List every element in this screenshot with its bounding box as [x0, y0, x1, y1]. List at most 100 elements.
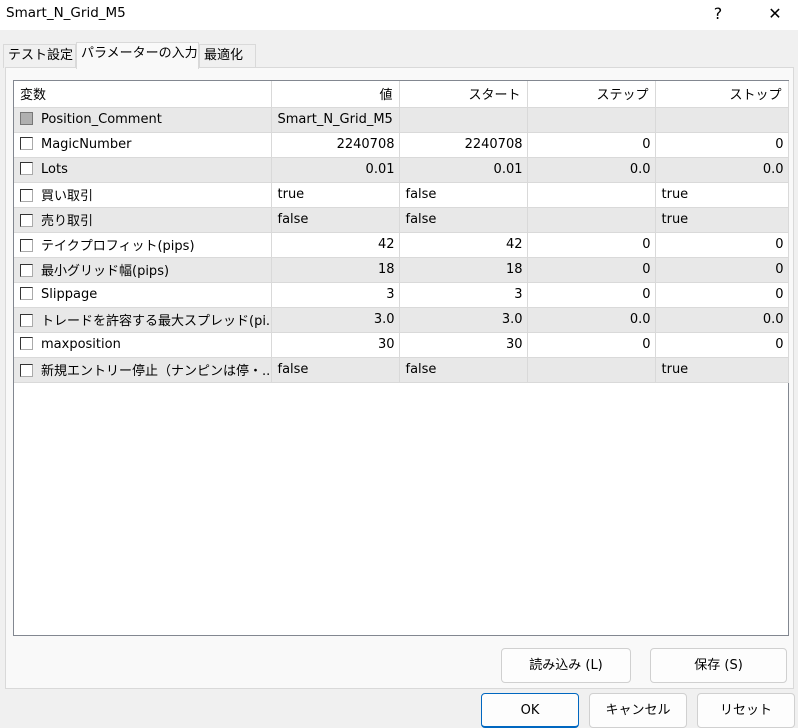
step-cell[interactable]: [527, 182, 656, 208]
table-row[interactable]: MagicNumber 2240708 2240708 0 0: [14, 132, 789, 158]
stop-cell[interactable]: true: [655, 357, 789, 383]
stop-cell[interactable]: 0: [655, 332, 789, 358]
value-cell[interactable]: 18: [271, 257, 400, 283]
variable-name: 新規エントリー停止（ナンピンは停・..: [41, 364, 271, 379]
stop-cell[interactable]: [655, 107, 789, 133]
value-cell[interactable]: false: [271, 207, 400, 233]
variable-name: 売り取引: [41, 214, 94, 229]
table-row[interactable]: Position_Comment Smart_N_Grid_M5: [14, 107, 789, 133]
start-cell[interactable]: false: [399, 207, 528, 233]
table-row[interactable]: Lots 0.01 0.01 0.0 0.0: [14, 157, 789, 183]
optimize-checkbox[interactable]: [20, 189, 33, 202]
variable-name: 最小グリッド幅(pips): [41, 264, 170, 279]
table-row[interactable]: 売り取引 false false true: [14, 207, 789, 233]
optimize-checkbox[interactable]: [20, 364, 33, 377]
stop-cell[interactable]: 0.0: [655, 157, 789, 183]
step-cell[interactable]: 0.0: [527, 307, 656, 333]
optimize-checkbox[interactable]: [20, 287, 33, 300]
step-cell[interactable]: 0.0: [527, 157, 656, 183]
cancel-button[interactable]: キャンセル: [589, 693, 687, 728]
table-row[interactable]: テイクプロフィット(pips) 42 42 0 0: [14, 232, 789, 258]
table-row[interactable]: maxposition 30 30 0 0: [14, 332, 789, 358]
save-button[interactable]: 保存 (S): [650, 648, 787, 683]
reset-button[interactable]: リセット: [697, 693, 795, 728]
value-cell[interactable]: true: [271, 182, 400, 208]
header-stop[interactable]: ストップ: [655, 81, 789, 108]
header-variable[interactable]: 変数: [14, 81, 272, 108]
optimize-checkbox[interactable]: [20, 239, 33, 252]
step-cell[interactable]: [527, 357, 656, 383]
step-cell[interactable]: 0: [527, 257, 656, 283]
table-row[interactable]: 買い取引 true false true: [14, 182, 789, 208]
value-cell[interactable]: 42: [271, 232, 400, 258]
start-cell[interactable]: [399, 107, 528, 133]
optimize-checkbox[interactable]: [20, 137, 33, 150]
stop-cell[interactable]: true: [655, 182, 789, 208]
stop-cell[interactable]: 0: [655, 232, 789, 258]
optimize-checkbox[interactable]: [20, 162, 33, 175]
variable-cell[interactable]: maxposition: [14, 332, 272, 358]
variable-name: Slippage: [41, 287, 98, 302]
value-cell[interactable]: 3: [271, 282, 400, 308]
stop-cell[interactable]: 0: [655, 257, 789, 283]
variable-cell[interactable]: 新規エントリー停止（ナンピンは停・..: [14, 357, 272, 383]
stop-cell[interactable]: 0.0: [655, 307, 789, 333]
step-cell[interactable]: 0: [527, 232, 656, 258]
variable-cell[interactable]: 売り取引: [14, 207, 272, 233]
step-cell[interactable]: 0: [527, 132, 656, 158]
optimize-checkbox[interactable]: [20, 264, 33, 277]
table-row[interactable]: Slippage 3 3 0 0: [14, 282, 789, 308]
tab-test-settings[interactable]: テスト設定: [3, 44, 76, 68]
start-cell[interactable]: 3: [399, 282, 528, 308]
window-title: Smart_N_Grid_M5: [6, 5, 126, 21]
start-cell[interactable]: 18: [399, 257, 528, 283]
header-step[interactable]: ステップ: [527, 81, 656, 108]
help-button[interactable]: ?: [698, 2, 738, 26]
tab-optimization[interactable]: 最適化: [199, 44, 256, 68]
load-button[interactable]: 読み込み (L): [501, 648, 631, 683]
variable-cell[interactable]: Lots: [14, 157, 272, 183]
header-row: 変数 値 スタート ステップ ストップ: [14, 81, 789, 108]
start-cell[interactable]: 30: [399, 332, 528, 358]
table-row[interactable]: トレードを許容する最大スプレッド(pi... 3.0 3.0 0.0 0.0: [14, 307, 789, 333]
start-cell[interactable]: 42: [399, 232, 528, 258]
value-cell[interactable]: false: [271, 357, 400, 383]
table-row[interactable]: 最小グリッド幅(pips) 18 18 0 0: [14, 257, 789, 283]
ok-button[interactable]: OK: [481, 693, 579, 728]
value-cell[interactable]: 3.0: [271, 307, 400, 333]
variable-cell[interactable]: テイクプロフィット(pips): [14, 232, 272, 258]
step-cell[interactable]: 0: [527, 332, 656, 358]
start-cell[interactable]: false: [399, 182, 528, 208]
variable-cell[interactable]: Position_Comment: [14, 107, 272, 133]
value-cell[interactable]: Smart_N_Grid_M5: [271, 107, 400, 133]
optimize-checkbox[interactable]: [20, 337, 33, 350]
stop-cell[interactable]: 0: [655, 132, 789, 158]
table-row[interactable]: 新規エントリー停止（ナンピンは停・.. false false true: [14, 357, 789, 383]
value-cell[interactable]: 30: [271, 332, 400, 358]
variable-cell[interactable]: 買い取引: [14, 182, 272, 208]
header-start[interactable]: スタート: [399, 81, 528, 108]
optimize-checkbox[interactable]: [20, 214, 33, 227]
start-cell[interactable]: 0.01: [399, 157, 528, 183]
variable-cell[interactable]: トレードを許容する最大スプレッド(pi...: [14, 307, 272, 333]
step-cell[interactable]: 0: [527, 282, 656, 308]
close-button[interactable]: ✕: [755, 2, 795, 26]
step-cell[interactable]: [527, 207, 656, 233]
step-cell[interactable]: [527, 107, 656, 133]
variable-cell[interactable]: Slippage: [14, 282, 272, 308]
variable-name: 買い取引: [41, 189, 94, 204]
start-cell[interactable]: false: [399, 357, 528, 383]
variable-cell[interactable]: 最小グリッド幅(pips): [14, 257, 272, 283]
value-cell[interactable]: 0.01: [271, 157, 400, 183]
parameters-grid: 変数 値 スタート ステップ ストップ Position_Comment Sma…: [13, 80, 789, 636]
start-cell[interactable]: 2240708: [399, 132, 528, 158]
value-cell[interactable]: 2240708: [271, 132, 400, 158]
header-value[interactable]: 値: [271, 81, 400, 108]
optimize-checkbox[interactable]: [20, 314, 33, 327]
variable-cell[interactable]: MagicNumber: [14, 132, 272, 158]
stop-cell[interactable]: true: [655, 207, 789, 233]
start-cell[interactable]: 3.0: [399, 307, 528, 333]
tab-parameters[interactable]: パラメーターの入力: [76, 42, 199, 69]
optimize-checkbox: [20, 112, 33, 125]
stop-cell[interactable]: 0: [655, 282, 789, 308]
